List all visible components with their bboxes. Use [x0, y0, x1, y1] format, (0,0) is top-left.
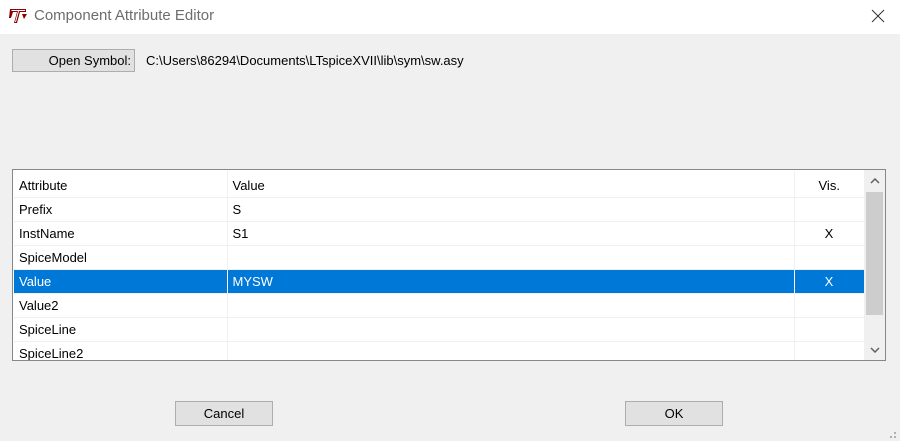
- scroll-down-button[interactable]: [864, 339, 885, 360]
- cell-vis[interactable]: [794, 197, 865, 222]
- cell-attribute: SpiceModel: [14, 245, 228, 270]
- close-icon: [871, 9, 885, 23]
- cell-attribute: Value2: [14, 293, 228, 318]
- table-header-row: Attribute Value Vis.: [14, 171, 865, 198]
- cell-attribute: Value: [14, 269, 228, 294]
- close-button[interactable]: [856, 0, 900, 32]
- table-row[interactable]: Prefix S: [14, 197, 865, 222]
- cell-attribute: Prefix: [14, 197, 228, 222]
- cell-attribute: SpiceLine2: [14, 341, 228, 360]
- cell-attribute: InstName: [14, 221, 228, 246]
- ltspice-logo-icon: [9, 9, 27, 23]
- table-row-selected[interactable]: Value MYSW X: [14, 269, 865, 294]
- table-row[interactable]: SpiceLine: [14, 317, 865, 342]
- cell-value[interactable]: [227, 293, 795, 318]
- cell-value[interactable]: [227, 317, 795, 342]
- cell-value[interactable]: [227, 341, 795, 360]
- cell-vis[interactable]: [794, 245, 865, 270]
- table-row[interactable]: SpiceModel: [14, 245, 865, 270]
- cell-vis[interactable]: [794, 341, 865, 360]
- open-symbol-button[interactable]: Open Symbol:: [12, 49, 135, 72]
- chevron-down-icon: [869, 346, 880, 353]
- table-row[interactable]: SpiceLine2: [14, 341, 865, 360]
- cell-vis[interactable]: [794, 317, 865, 342]
- chevron-up-icon: [869, 177, 880, 184]
- cell-value[interactable]: MYSW: [227, 269, 795, 294]
- resize-grip-icon[interactable]: [884, 426, 898, 440]
- header-attribute[interactable]: Attribute: [14, 171, 228, 198]
- ok-button[interactable]: OK: [625, 401, 723, 426]
- cell-vis[interactable]: [794, 293, 865, 318]
- title-bar: Component Attribute Editor: [0, 0, 900, 34]
- attribute-grid: Attribute Value Vis. Prefix S InstName S…: [14, 171, 865, 360]
- cell-vis[interactable]: X: [794, 269, 865, 294]
- window-title: Component Attribute Editor: [34, 7, 215, 24]
- cell-vis[interactable]: X: [794, 221, 865, 246]
- cell-value[interactable]: S: [227, 197, 795, 222]
- header-value[interactable]: Value: [227, 171, 795, 198]
- cell-attribute: SpiceLine: [14, 317, 228, 342]
- attribute-table[interactable]: Attribute Value Vis. Prefix S InstName S…: [12, 169, 886, 361]
- cell-value[interactable]: S1: [227, 221, 795, 246]
- header-vis[interactable]: Vis.: [794, 171, 865, 198]
- table-row[interactable]: Value2: [14, 293, 865, 318]
- scroll-thumb[interactable]: [866, 192, 883, 315]
- symbol-path: C:\Users\86294\Documents\LTspiceXVII\lib…: [146, 53, 464, 68]
- cancel-button[interactable]: Cancel: [175, 401, 273, 426]
- vertical-scrollbar[interactable]: [864, 170, 885, 360]
- table-row[interactable]: InstName S1 X: [14, 221, 865, 246]
- cell-value[interactable]: [227, 245, 795, 270]
- scroll-up-button[interactable]: [864, 170, 885, 191]
